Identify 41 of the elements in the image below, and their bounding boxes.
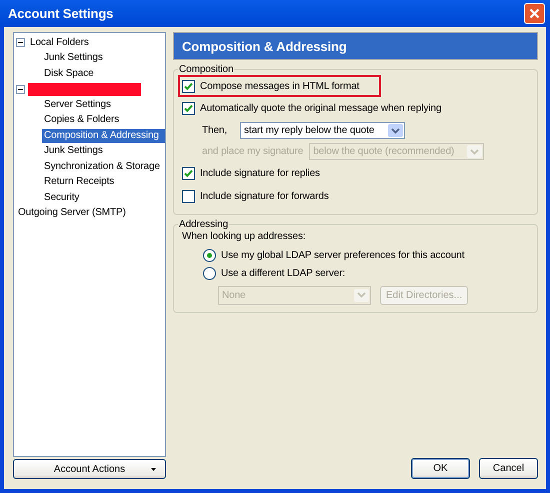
tree-item[interactable]: Local Folders [28,36,91,50]
tree-item[interactable]: Security [42,190,82,205]
field-label: Then, [202,125,228,136]
checkbox-label[interactable]: Include signature for replies [200,168,320,179]
tree-item[interactable]: Copies & Folders [42,113,122,128]
chevron-down-icon [470,148,480,154]
caret-icon [151,468,156,471]
field-label: and place my signature [202,146,304,157]
checkbox[interactable] [182,102,195,115]
group-title: Addressing [178,219,230,230]
tree-item[interactable]: Junk Settings [42,144,105,158]
collapse-icon[interactable] [16,38,25,48]
tree-item[interactable]: Return Receipts [42,175,116,190]
tree-item[interactable]: Disk Space [42,66,96,81]
close-button[interactable] [524,3,545,24]
collapse-icon[interactable] [16,84,25,94]
chevron-down-icon [357,292,366,298]
tree-item[interactable]: Server Settings [42,98,113,112]
page-title: Composition & Addressing [182,38,347,54]
radio-button[interactable] [203,248,216,262]
dialog-button[interactable]: OK [411,458,470,479]
checkbox-label[interactable]: Include signature for forwards [200,191,329,202]
checkbox-label[interactable]: Automatically quote the original message when replying [200,103,442,114]
radio-label[interactable]: Use a different LDAP server: [221,268,346,278]
tree-item[interactable]: Composition & Addressing [42,128,165,143]
account-actions-button[interactable]: Account Actions [13,459,166,479]
radio-button[interactable] [203,266,216,280]
tree-item[interactable]: Synchronization & Storage [42,160,162,174]
group-title: Composition [178,64,234,75]
chevron-down-icon [391,128,400,134]
prompt-text: When looking up addresses: [182,231,307,242]
radio-label[interactable]: Use my global LDAP server preferences for this account [221,250,464,260]
checkbox[interactable] [182,167,195,180]
checkbox[interactable] [182,190,195,203]
tree-item[interactable]: Junk Settings [42,51,105,66]
window-title: Account Settings [8,6,114,21]
dialog-button[interactable]: Cancel [479,458,538,479]
tree-item[interactable]: Outgoing Server (SMTP) [16,206,128,220]
dropdown[interactable]: start my reply below the quote [240,122,405,139]
close-icon [529,8,540,19]
checkbox[interactable] [182,80,195,92]
